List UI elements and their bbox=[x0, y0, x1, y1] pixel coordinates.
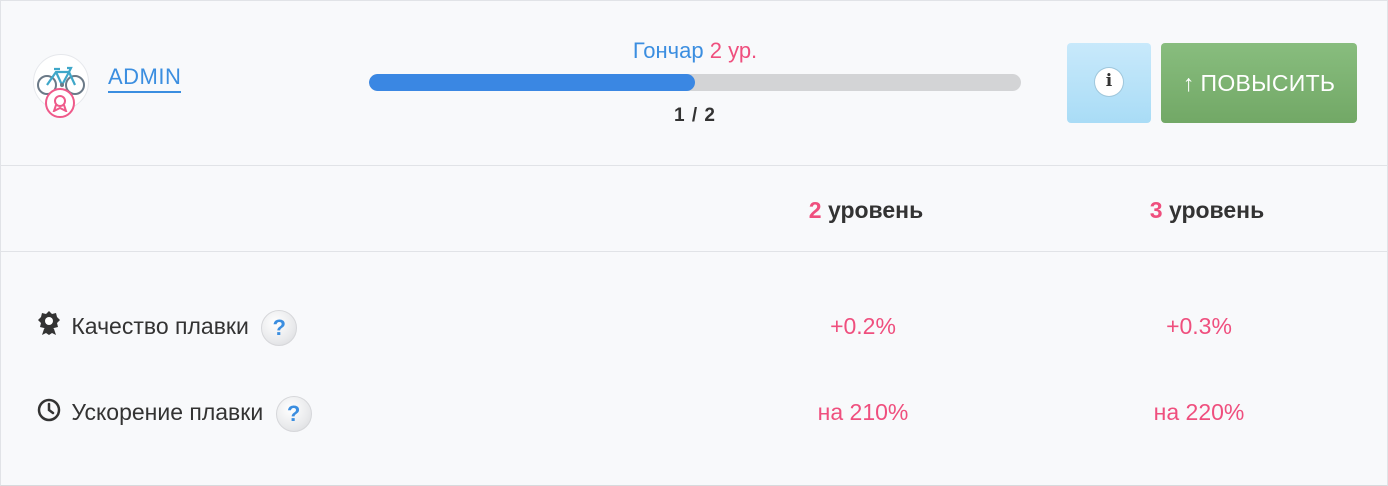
table-cell: на 210% bbox=[817, 399, 909, 425]
arrow-up-icon: ↑ bbox=[1182, 70, 1195, 96]
upgrade-button[interactable]: ↑ ПОВЫСИТЬ bbox=[1161, 43, 1357, 123]
column-header-level-3: 3 уровень bbox=[1057, 197, 1357, 224]
table-row-label-speed: Ускорение плавки ? bbox=[37, 392, 312, 432]
profession-name: Гончар bbox=[632, 38, 704, 63]
column-header-level-2: 2 уровень bbox=[716, 197, 1016, 224]
rank-badge bbox=[45, 88, 75, 118]
help-button[interactable]: ? bbox=[261, 309, 298, 346]
progress-bar bbox=[369, 74, 1021, 91]
column-level-label: уровень bbox=[827, 197, 924, 223]
progress-fill bbox=[369, 74, 695, 91]
info-icon: i bbox=[1095, 68, 1123, 96]
upgrade-panel: ADMIN Гончар 2 ур. 1 / 2 i ↑ ПОВЫСИТЬ 2 у… bbox=[0, 0, 1388, 486]
clock-icon bbox=[37, 394, 65, 434]
table-cell: +0.3% bbox=[1166, 313, 1232, 339]
table-cell: на 220% bbox=[1153, 399, 1245, 425]
profession-title: Гончар 2 ур. bbox=[369, 37, 1021, 65]
progress-text: 1 / 2 bbox=[674, 105, 716, 126]
profession-level: 2 ур. bbox=[709, 38, 758, 63]
help-button[interactable]: ? bbox=[275, 395, 312, 432]
table-cell: +0.2% bbox=[830, 313, 896, 339]
award-icon bbox=[37, 308, 65, 348]
row-label-text: Ускорение плавки bbox=[71, 399, 264, 425]
username-link[interactable]: ADMIN bbox=[108, 65, 182, 93]
upgrade-label: ПОВЫСИТЬ bbox=[1200, 70, 1336, 96]
column-level-number: 2 bbox=[808, 197, 822, 223]
info-button[interactable]: i bbox=[1067, 43, 1151, 123]
table-row-label-quality: Качество плавки ? bbox=[37, 306, 298, 348]
column-level-label: уровень bbox=[1168, 197, 1265, 223]
award-icon bbox=[52, 95, 68, 112]
column-level-number: 3 bbox=[1149, 197, 1163, 223]
row-label-text: Качество плавки bbox=[71, 313, 249, 339]
